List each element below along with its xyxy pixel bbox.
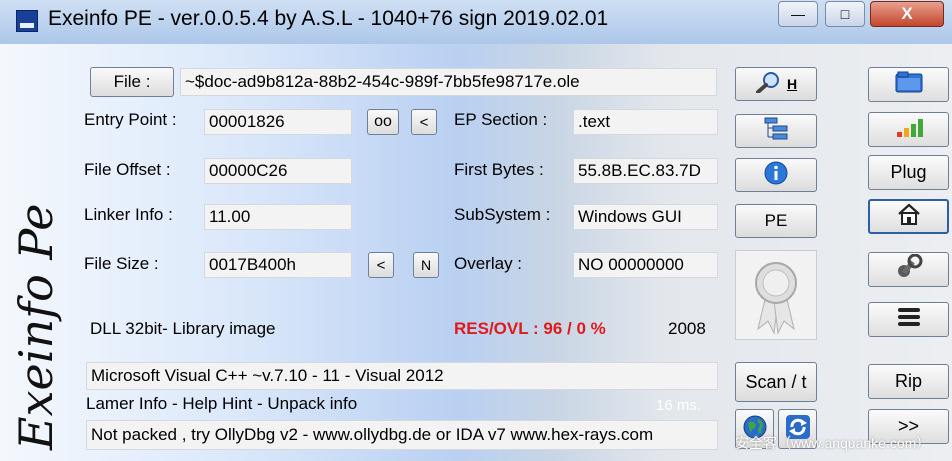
file-size-n-button[interactable]: N (413, 252, 439, 278)
ep-section-label: EP Section : (454, 110, 548, 129)
menu-icon (895, 305, 923, 334)
entry-point-field[interactable]: 00001826 (204, 109, 352, 135)
file-size-field[interactable]: 0017B400h (204, 252, 352, 278)
award-ribbon-icon (735, 250, 817, 340)
tools-button[interactable] (868, 252, 949, 287)
linker-info-field[interactable]: 11.00 (204, 204, 352, 230)
ep-section-field[interactable]: .text (573, 109, 718, 135)
window-title: Exeinfo PE - ver.0.0.5.4 by A.S.L - 1040… (48, 7, 609, 30)
tree-list-icon (763, 117, 789, 146)
subsystem-field[interactable]: Windows GUI (573, 204, 718, 230)
detection-field[interactable]: Microsoft Visual C++ ~v.7.10 - 11 - Visu… (86, 362, 718, 390)
res-ovl-text: RES/OVL : 96 / 0 % (454, 319, 606, 338)
title-bar: Exeinfo PE - ver.0.0.5.4 by A.S.L - 1040… (0, 0, 952, 44)
year-text: 2008 (668, 319, 706, 338)
maximize-button[interactable]: □ (825, 1, 865, 27)
exeinfo-window: Exeinfo PE - ver.0.0.5.4 by A.S.L - 1040… (0, 0, 952, 461)
entry-point-label: Entry Point : (84, 110, 177, 129)
tree-view-button[interactable] (735, 114, 817, 148)
file-path-field[interactable]: ~$doc-ad9b812a-88b2-454c-989f-7bb5fe9871… (180, 68, 717, 96)
plug-button[interactable]: Plug (868, 155, 949, 190)
scan-button[interactable]: Scan / t (735, 362, 817, 402)
menu-button[interactable] (868, 302, 949, 337)
bar-chart-icon (894, 115, 924, 144)
file-size-back-button[interactable]: < (368, 252, 394, 278)
app-icon (16, 10, 38, 32)
rip-button[interactable]: Rip (868, 364, 949, 399)
overlay-field[interactable]: NO 00000000 (573, 252, 718, 278)
first-bytes-field[interactable]: 55.8B.EC.83.7D (573, 158, 718, 184)
info-button[interactable] (735, 158, 817, 192)
file-offset-label: File Offset : (84, 160, 171, 179)
overlay-label: Overlay : (454, 254, 523, 273)
pe-button[interactable]: PE (735, 204, 817, 238)
watermark-text: 安全客（www.anquanke.com） (735, 435, 931, 451)
minimize-button[interactable]: — (778, 1, 818, 27)
linker-info-label: Linker Info : (84, 205, 173, 224)
info-icon (764, 161, 788, 190)
hint-field[interactable]: Not packed , try OllyDbg v2 - www.ollydb… (86, 420, 718, 450)
entry-point-back-button[interactable]: < (411, 109, 437, 135)
magnifier-icon (755, 71, 781, 98)
subsystem-label: SubSystem : (454, 205, 551, 224)
main-panel: Exeinfo Pe File : ~$doc-ad9b812a-88b2-45… (8, 44, 952, 461)
wrench-icon (895, 253, 923, 285)
lamer-info-text: Lamer Info - Help Hint - Unpack info (86, 394, 358, 413)
dll-info-text: DLL 32bit- Library image (90, 319, 276, 338)
close-button[interactable]: X (870, 1, 944, 27)
home-button[interactable] (868, 199, 949, 234)
file-offset-field[interactable]: 00000C26 (204, 158, 352, 184)
file-open-button[interactable]: File : (90, 67, 174, 97)
stats-button[interactable] (868, 112, 949, 147)
home-icon (895, 202, 923, 231)
entry-point-oo-button[interactable]: oo (367, 109, 399, 135)
first-bytes-label: First Bytes : (454, 160, 544, 179)
search-h-button[interactable]: H (735, 67, 817, 101)
scan-time-text: 16 ms. (656, 397, 702, 414)
file-size-label: File Size : (84, 254, 159, 273)
svg-text:Exeinfo Pe: Exeinfo Pe (9, 204, 63, 451)
folder-icon (894, 70, 924, 99)
open-folder-button[interactable] (868, 67, 949, 102)
